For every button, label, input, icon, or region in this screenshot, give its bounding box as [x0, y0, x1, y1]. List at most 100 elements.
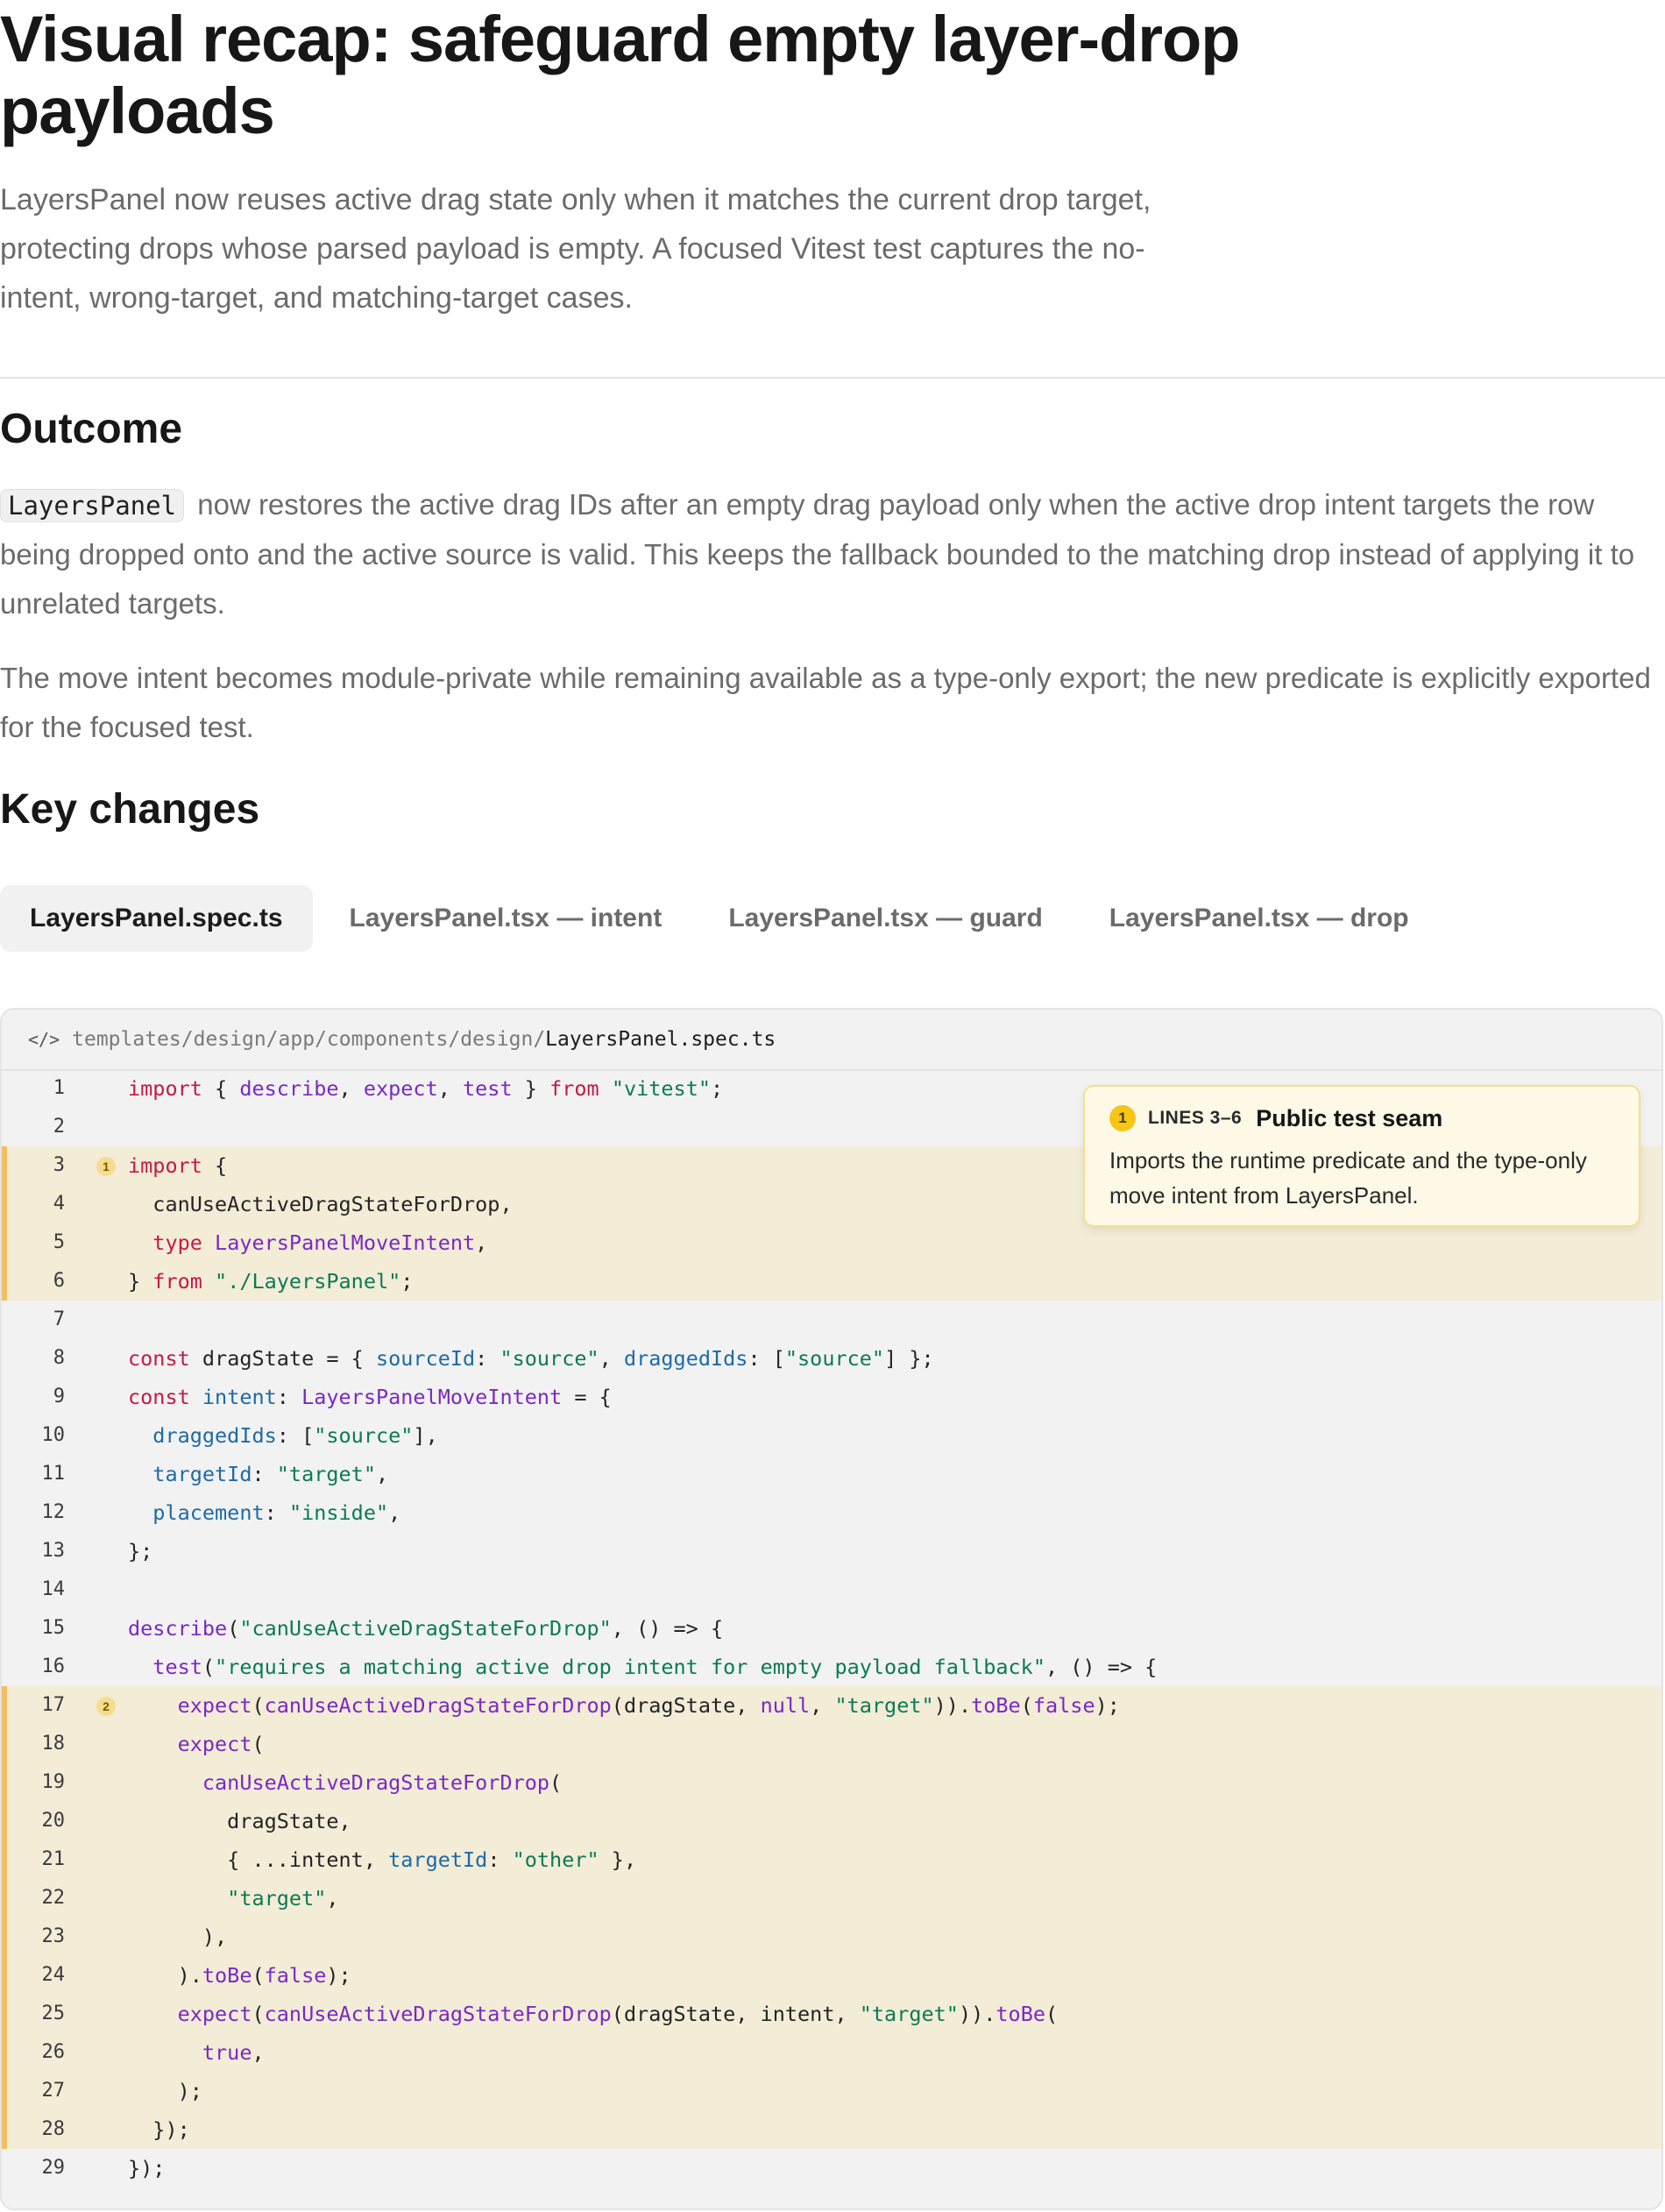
code-line: 28 });: [2, 2110, 1661, 2149]
line-number: 16: [41, 1655, 66, 1677]
line-number: 25: [41, 2003, 66, 2024]
code-line: 20 dragState,: [2, 1802, 1661, 1840]
code-text: { ...intent, targetId: "other" },: [128, 1847, 637, 1872]
code-text: test("requires a matching active drop in…: [152, 1655, 1158, 1679]
line-number: 15: [41, 1617, 66, 1639]
code-text: canUseActiveDragStateForDrop(: [202, 1770, 563, 1795]
code-text: expect(canUseActiveDragStateForDrop(drag…: [177, 2002, 1059, 2026]
code-text: canUseActiveDragStateForDrop,: [128, 1192, 513, 1216]
section-divider: [0, 377, 1665, 379]
line-number: 13: [41, 1540, 66, 1562]
code-line: 18 expect(: [2, 1725, 1661, 1763]
code-icon: </>: [28, 1029, 60, 1050]
line-number: 12: [41, 1501, 66, 1523]
outcome-paragraph-2: The move intent becomes module-private w…: [0, 662, 1651, 743]
line-number: 18: [41, 1733, 66, 1755]
code-line: 14: [2, 1570, 1661, 1609]
line-number: 19: [41, 1771, 66, 1793]
line-number: 9: [53, 1386, 65, 1407]
code-line: 11 targetId: "target",: [2, 1455, 1661, 1493]
line-number: 23: [41, 1925, 66, 1947]
tab-guard[interactable]: LayersPanel.tsx — guard: [698, 885, 1072, 952]
line-number: 7: [53, 1308, 65, 1330]
code-text: import {: [128, 1153, 228, 1178]
line-number: 27: [41, 2080, 66, 2102]
line-number: 4: [53, 1193, 65, 1215]
code-line: 23 ),: [2, 1918, 1661, 1956]
line-number: 28: [41, 2118, 66, 2140]
line-number: 26: [41, 2041, 66, 2063]
code-line: 12 placement: "inside",: [2, 1493, 1661, 1532]
code-line: 13};: [2, 1532, 1661, 1570]
line-number: 29: [41, 2157, 66, 2179]
inline-code-layerspanel: LayersPanel: [0, 489, 185, 522]
code-file-path: </> templates/design/app/components/desi…: [2, 1010, 1661, 1071]
callout-lines-label: LINES 3–6: [1148, 1108, 1243, 1128]
code-text: dragState,: [128, 1809, 351, 1833]
code-text: draggedIds: ["source"],: [152, 1423, 438, 1448]
outcome-paragraph-1: LayersPanel now restores the active drag…: [0, 480, 1656, 628]
line-number: 2: [53, 1116, 65, 1138]
line-number: 8: [53, 1347, 65, 1369]
code-line: 22 "target",: [2, 1879, 1661, 1918]
file-tabs: LayersPanel.spec.ts LayersPanel.tsx — in…: [0, 885, 1446, 952]
code-line: 17 2 expect(canUseActiveDragStateForDrop(…: [2, 1686, 1661, 1725]
code-text: targetId: "target",: [152, 1462, 389, 1486]
code-line: 6 } from "./LayersPanel";: [2, 1262, 1661, 1301]
code-text: describe("canUseActiveDragStateForDrop",…: [128, 1616, 724, 1641]
line-number: 14: [41, 1578, 66, 1600]
annotation-marker[interactable]: 1: [96, 1157, 116, 1176]
code-line: 8 const dragState = { sourceId: "source",…: [2, 1339, 1661, 1378]
code-text: expect(canUseActiveDragStateForDrop(drag…: [177, 1693, 1120, 1718]
code-line: 29});: [2, 2149, 1661, 2187]
code-text: true,: [202, 2040, 265, 2065]
code-line: 25 expect(canUseActiveDragStateForDrop(d…: [2, 1995, 1661, 2033]
code-text: } from "./LayersPanel";: [128, 1269, 414, 1294]
annotation-marker[interactable]: 2: [96, 1697, 116, 1716]
page-title: Visual recap: safeguard empty layer-drop…: [0, 3, 1241, 147]
code-text: const intent: LayersPanelMoveIntent = {: [128, 1385, 612, 1409]
line-number: 1: [53, 1077, 65, 1099]
key-changes-heading: Key changes: [0, 786, 260, 833]
callout-badge: 1: [1109, 1105, 1136, 1131]
code-line: 24 ).toBe(false);: [2, 1956, 1661, 1995]
code-line: 5 type LayersPanelMoveIntent,: [2, 1223, 1661, 1262]
code-text: };: [128, 1539, 153, 1563]
code-text: const dragState = { sourceId: "source", …: [128, 1346, 934, 1371]
code-lines: 1 import { describe, expect, test } from …: [2, 1069, 1661, 2187]
code-text: ),: [128, 1925, 228, 1949]
code-line: 9 const intent: LayersPanelMoveIntent = {: [2, 1378, 1661, 1416]
tab-intent[interactable]: LayersPanel.tsx — intent: [320, 885, 692, 952]
tab-drop[interactable]: LayersPanel.tsx — drop: [1080, 885, 1439, 952]
code-text: });: [128, 2117, 190, 2142]
code-line: 21 { ...intent, targetId: "other" },: [2, 1840, 1661, 1879]
line-number: 21: [41, 1848, 66, 1870]
code-text: import { describe, expect, test } from "…: [128, 1076, 724, 1101]
code-text: });: [128, 2156, 166, 2180]
code-line: 16 test("requires a matching active drop…: [2, 1648, 1661, 1686]
path-file-name: LayersPanel.spec.ts: [545, 1028, 776, 1051]
recap-page: Visual recap: safeguard empty layer-drop…: [0, 0, 1665, 2212]
code-line: 15 describe("canUseActiveDragStateForDrop…: [2, 1609, 1661, 1648]
line-number: 17: [41, 1694, 66, 1716]
code-line: 26 true,: [2, 2033, 1661, 2072]
line-number: 3: [53, 1154, 65, 1176]
line-number: 20: [41, 1810, 66, 1832]
line-number: 10: [41, 1424, 66, 1446]
code-text: "target",: [227, 1886, 339, 1911]
line-number: 24: [41, 1964, 66, 1986]
annotation-callout: 1 LINES 3–6 Public test seam Imports the…: [1083, 1085, 1640, 1227]
line-number: 22: [41, 1887, 66, 1909]
page-subtitle: LayersPanel now reuses active drag state…: [0, 183, 1151, 315]
code-line: 27 );: [2, 2072, 1661, 2110]
callout-title: Public test seam: [1256, 1104, 1443, 1131]
outcome-heading: Outcome: [0, 406, 183, 452]
line-number: 6: [53, 1270, 65, 1292]
code-text: type LayersPanelMoveIntent,: [152, 1230, 488, 1255]
tab-spec[interactable]: LayersPanel.spec.ts: [0, 885, 313, 952]
line-number: 11: [41, 1463, 66, 1485]
code-line: 7: [2, 1301, 1661, 1339]
code-text: placement: "inside",: [152, 1500, 401, 1525]
line-number: 5: [53, 1231, 65, 1253]
code-line: 19 canUseActiveDragStateForDrop(: [2, 1763, 1661, 1802]
